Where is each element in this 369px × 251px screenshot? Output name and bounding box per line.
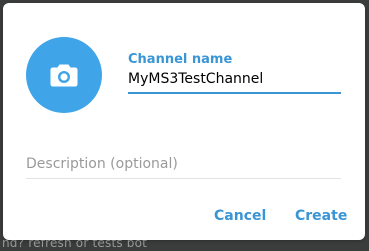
channel-name-input[interactable] xyxy=(128,66,341,94)
channel-photo-button[interactable] xyxy=(26,37,102,113)
channel-name-label: Channel name xyxy=(128,52,233,67)
cancel-button[interactable]: Cancel xyxy=(214,208,266,224)
new-channel-dialog: Channel name Cancel Create xyxy=(3,3,365,240)
create-button[interactable]: Create xyxy=(295,208,347,224)
description-input[interactable] xyxy=(26,149,341,179)
camera-icon xyxy=(50,64,78,87)
